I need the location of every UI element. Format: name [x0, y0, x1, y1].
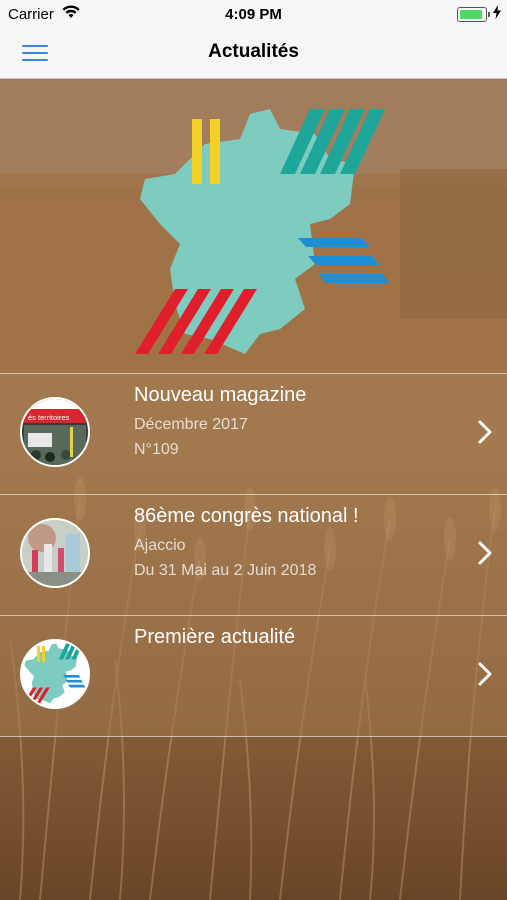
chevron-right-icon [478, 662, 492, 686]
list-item[interactable]: és territoires Nouveau magazine Décembre… [0, 373, 507, 494]
news-item-detail: Du 31 Mai au 2 Juin 2018 [134, 562, 317, 579]
page-title: Actualités [208, 41, 299, 62]
status-bar: Carrier 4:09 PM [0, 0, 507, 28]
charging-bolt-icon [493, 5, 501, 19]
hero-banner [0, 79, 507, 373]
list-item[interactable]: 86ème congrès national ! Ajaccio Du 31 M… [0, 494, 507, 615]
chevron-right-icon [478, 541, 492, 565]
news-item-title: 86ème congrès national ! [134, 505, 359, 527]
magazine-thumbnail-text: és territoires [28, 413, 70, 422]
battery-icon [457, 7, 490, 22]
news-item-title: Nouveau magazine [134, 384, 307, 406]
france-map-logo [135, 109, 390, 354]
logo-thumbnail [20, 639, 90, 709]
news-item-detail: N°109 [134, 441, 179, 458]
navigation-bar: Actualités [0, 28, 507, 79]
clock: 4:09 PM [225, 6, 282, 23]
news-list: és territoires Nouveau magazine Décembre… [0, 373, 507, 737]
news-item-subtitle: Ajaccio [134, 537, 186, 554]
content-area: és territoires Nouveau magazine Décembre… [0, 79, 507, 900]
magazine-thumbnail: és territoires [20, 397, 90, 467]
news-item-title: Première actualité [134, 626, 296, 648]
list-item[interactable]: Première actualité [0, 615, 507, 737]
news-item-subtitle: Décembre 2017 [134, 416, 248, 433]
congress-thumbnail [20, 518, 90, 588]
chevron-right-icon [478, 420, 492, 444]
